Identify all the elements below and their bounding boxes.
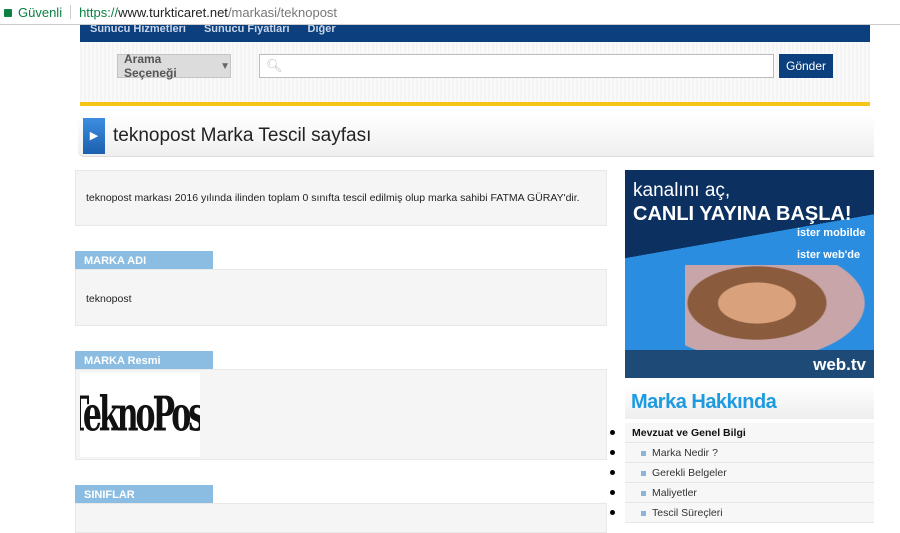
siniflar-box xyxy=(75,503,607,533)
ad-mobile-text: ister mobilde xyxy=(797,227,866,239)
nav-item-sunucu-fiyatlari[interactable]: Sunucu Fiyatları xyxy=(204,25,290,42)
bullet-icon xyxy=(610,470,615,475)
secure-label: Güvenli xyxy=(18,4,63,20)
marka-adi-header: MARKA ADI xyxy=(75,251,213,269)
square-bullet-icon xyxy=(641,510,646,516)
search-options-label: Arama Seçeneği xyxy=(124,52,177,80)
search-icon: 🔍︎ xyxy=(266,58,283,73)
search-options-dropdown[interactable]: Arama Seçeneği ▼ xyxy=(117,52,231,80)
submit-button[interactable]: Gönder xyxy=(779,54,833,78)
nav-item-diger[interactable]: Diğer xyxy=(308,25,336,42)
bullet-icon xyxy=(610,450,615,455)
ad-line1: kanalını aç, xyxy=(633,180,731,201)
square-bullet-icon xyxy=(641,450,646,456)
sidebar-item-mevzuat[interactable]: Mevzuat ve Genel Bilgi xyxy=(625,423,874,443)
sidebar-item-tescil-surecleri[interactable]: Tescil Süreçleri xyxy=(625,503,874,523)
webtv-ad-banner[interactable]: kanalını aç, CANLI YAYINA BAŞLA! ister m… xyxy=(625,170,874,378)
chevron-down-icon: ▼ xyxy=(220,60,230,72)
lock-icon xyxy=(4,9,12,17)
sidebar-item-label: Tescil Süreçleri xyxy=(652,507,723,519)
summary-text: teknopost markası 2016 yılında ilinden t… xyxy=(86,192,580,204)
url-path: /markasi/teknopost xyxy=(227,4,338,20)
square-bullet-icon xyxy=(641,490,646,496)
siniflar-header: SINIFLAR xyxy=(75,485,213,503)
divider xyxy=(70,5,72,19)
sidebar-item-label: Maliyetler xyxy=(652,487,697,499)
address-bar[interactable]: Güvenli https://www.turkticaret.net/mark… xyxy=(0,0,900,25)
sidebar-item-maliyetler[interactable]: Maliyetler xyxy=(625,483,874,503)
logo-text: TeknoPost xyxy=(80,387,200,443)
brand-logo-image: TeknoPost xyxy=(80,373,200,457)
sidebar-item-gerekli-belgeler[interactable]: Gerekli Belgeler xyxy=(625,463,874,483)
bullet-icon xyxy=(610,490,615,495)
search-input[interactable]: 🔍︎ xyxy=(259,54,774,78)
square-bullet-icon xyxy=(641,470,646,476)
top-nav: Sunucu Hizmetleri Sunucu Fiyatları Diğer xyxy=(80,25,870,42)
marka-resmi-header: MARKA Resmi xyxy=(75,351,213,369)
ad-photo xyxy=(685,265,865,360)
url-scheme: https:// xyxy=(79,4,119,20)
ad-line3: ister mobilde ister web'de xyxy=(797,228,867,261)
bullet-icon xyxy=(610,430,615,435)
play-arrow-icon: ▶ xyxy=(83,117,105,154)
marka-adi-box: teknopost xyxy=(75,269,607,326)
page-title-bar: ▶ teknopost Marka Tescil sayfası xyxy=(78,115,874,157)
ad-web-text: ister web'de xyxy=(797,249,861,261)
bullet-icon xyxy=(610,510,615,515)
summary-box: teknopost markası 2016 yılında ilinden t… xyxy=(75,170,607,226)
sidebar-item-marka-nedir[interactable]: Marka Nedir ? xyxy=(625,443,874,463)
sidebar-item-label: Marka Nedir ? xyxy=(652,447,718,459)
ad-line2: CANLI YAYINA BAŞLA! xyxy=(633,203,852,225)
marka-adi-value: teknopost xyxy=(86,293,132,305)
page-title: teknopost Marka Tescil sayfası xyxy=(113,124,372,146)
accent-divider xyxy=(80,102,870,106)
url-host: www.turkticaret.net xyxy=(118,4,228,20)
nav-item-sunucu-hizmetleri[interactable]: Sunucu Hizmetleri xyxy=(90,25,186,42)
sidebar-item-label: Gerekli Belgeler xyxy=(652,467,727,479)
ad-brand: web.tv xyxy=(625,350,874,378)
sidebar-title: Marka Hakkında xyxy=(625,385,874,421)
